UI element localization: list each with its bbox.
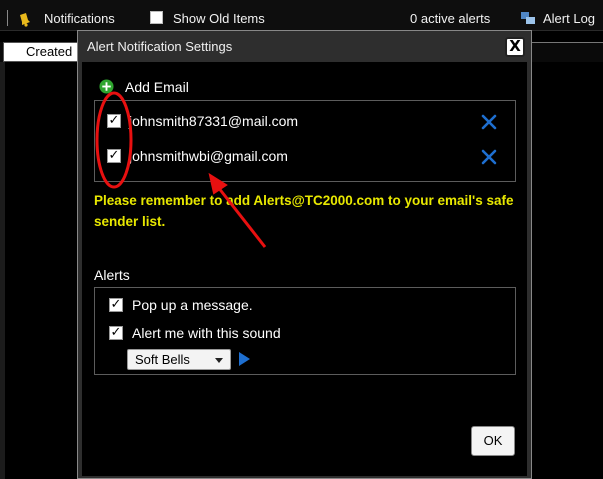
notifications-button[interactable]: Notifications [44,11,115,26]
sound-alert-label[interactable]: Alert me with this sound [132,324,281,342]
dialog-body: Add Email ✓ johnsmith87331@mail.com ✓ jo… [82,62,527,476]
safe-sender-notice: Please remember to add Alerts@TC2000.com… [94,193,514,229]
alert-option-popup: ✓ Pop up a message. [95,294,515,316]
alerts-options: ✓ Pop up a message. ✓ Alert me with this… [94,287,516,375]
top-toolbar: Notifications Show Old Items 0 active al… [0,0,603,31]
show-old-items-checkbox[interactable] [150,11,163,24]
add-email-label: Add Email [125,79,189,95]
active-alerts-count: 0 active alerts [410,11,491,26]
toolbar-divider [7,10,8,26]
popup-message-label[interactable]: Pop up a message. [132,296,253,314]
delete-x-icon[interactable] [481,114,497,130]
popup-message-checkbox[interactable]: ✓ [109,298,123,312]
close-icon[interactable]: X [505,37,525,57]
email-address: johnsmithwbi@gmail.com [129,148,288,164]
sound-select[interactable]: Soft Bells [127,349,231,370]
show-old-items-label[interactable]: Show Old Items [173,11,265,26]
alert-option-sound: ✓ Alert me with this sound [95,322,515,344]
add-circle-icon [99,79,114,94]
alert-log-icon[interactable] [520,11,536,25]
ok-button[interactable]: OK [471,426,515,456]
sound-select-value: Soft Bells [135,352,190,367]
play-icon[interactable] [238,351,251,367]
alerts-section-label: Alerts [94,267,130,283]
email-row: ✓ johnsmithwbi@gmail.com [95,144,515,168]
dialog-title: Alert Notification Settings [87,39,233,54]
delete-x-icon[interactable] [481,149,497,165]
alert-log-button[interactable]: Alert Log [543,11,595,26]
chevron-down-icon [215,358,223,363]
alert-notification-settings-dialog: Alert Notification Settings X Add Email … [77,30,532,479]
email-list: ✓ johnsmith87331@mail.com ✓ johnsmithwbi… [94,100,516,182]
email-checkbox[interactable]: ✓ [107,114,121,128]
sound-alert-checkbox[interactable]: ✓ [109,326,123,340]
email-row: ✓ johnsmith87331@mail.com [95,109,515,133]
left-scroll-strip [0,62,5,479]
email-address: johnsmith87331@mail.com [129,113,299,129]
bell-icon[interactable] [17,11,33,27]
email-checkbox[interactable]: ✓ [107,149,121,163]
